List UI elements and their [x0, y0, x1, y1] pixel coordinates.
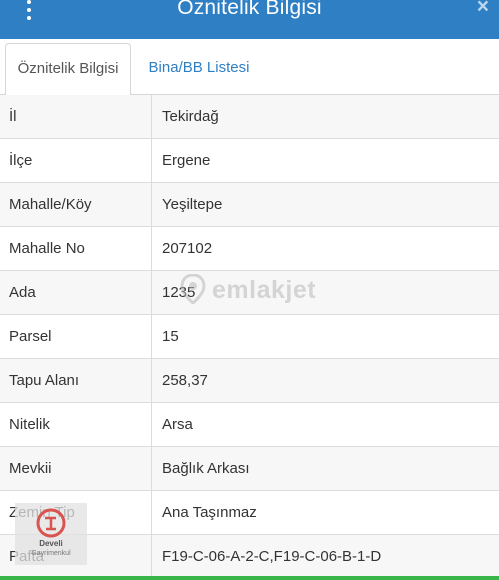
agency-subtitle: Gayrimenkul: [31, 550, 71, 557]
row-value: Ergene: [162, 152, 211, 169]
table-row: İlçe Ergene: [0, 139, 499, 183]
table-row: Nitelik Arsa: [0, 403, 499, 447]
row-label: Parsel: [0, 315, 152, 359]
row-value: Arsa: [162, 416, 193, 433]
row-label: Ada: [0, 271, 152, 315]
tab-bina-bb-listesi[interactable]: Bina/BB Listesi: [140, 43, 258, 95]
table-row: Mahalle/Köy Yeşiltepe: [0, 183, 499, 227]
table-row: İl Tekirdağ: [0, 95, 499, 139]
row-label: Mevkii: [0, 447, 152, 491]
row-value: Tekirdağ: [162, 108, 219, 125]
row-value: 15: [162, 328, 179, 345]
row-label: Mahalle No: [0, 227, 152, 271]
location-pin-icon: [180, 274, 206, 304]
table-row: Mahalle No 207102: [0, 227, 499, 271]
row-label: Mahalle/Köy: [0, 183, 152, 227]
row-label: Tapu Alanı: [0, 359, 152, 403]
agency-logo: Develi Gayrimenkul: [15, 503, 87, 565]
row-value: 258,37: [162, 372, 208, 389]
table-row: Tapu Alanı 258,37: [0, 359, 499, 403]
row-label: Nitelik: [0, 403, 152, 447]
agency-emblem-icon: [36, 508, 66, 538]
row-label: İl: [0, 95, 152, 139]
row-label: İlçe: [0, 139, 152, 183]
agency-name: Develi: [39, 539, 63, 548]
tab-bar: Öznitelik Bilgisi Bina/BB Listesi: [0, 39, 499, 96]
modal-title: Öznitelik Bilgisi: [177, 0, 322, 19]
bottom-accent-bar: [0, 576, 499, 580]
row-value: 207102: [162, 240, 213, 257]
table-row: Mevkii Bağlık Arkası: [0, 447, 499, 491]
watermark-text: emlakjet: [212, 276, 317, 304]
row-value: Yeşiltepe: [162, 196, 223, 213]
table-row: Parsel 15: [0, 315, 499, 359]
modal-header: Öznitelik Bilgisi ×: [0, 0, 499, 39]
close-icon[interactable]: ×: [477, 0, 489, 24]
row-value: F19-C-06-A-2-C,F19-C-06-B-1-D: [162, 548, 382, 565]
tab-oznitelik-bilgisi[interactable]: Öznitelik Bilgisi: [5, 43, 131, 96]
row-value: Ana Taşınmaz: [162, 504, 257, 521]
row-value: Bağlık Arkası: [162, 460, 250, 477]
